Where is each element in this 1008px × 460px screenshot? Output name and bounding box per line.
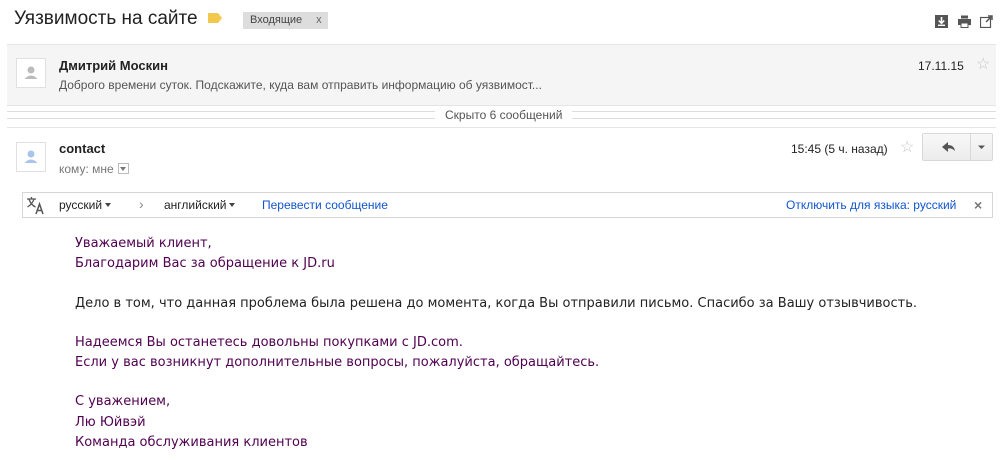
person-icon (24, 150, 38, 163)
hidden-messages-expander[interactable]: Скрыто 6 сообщений (7, 106, 996, 124)
collapsed-snippet: Доброго времени суток. Подскажите, куда … (59, 78, 542, 92)
translate-icon (27, 197, 44, 215)
inbox-label-chip: Входящие x (243, 12, 328, 29)
body-line-greeting: Уважаемый клиент, (75, 236, 212, 251)
recipient-text: кому: мне (59, 162, 114, 176)
chevron-down-icon (978, 145, 985, 149)
reply-button-group (922, 133, 993, 161)
body-line-thanks: Благодарим Вас за обращение к JD.ru (75, 256, 335, 272)
disable-translation-link[interactable]: Отключить для языка: русский (786, 198, 956, 212)
show-details-dropdown[interactable] (117, 163, 129, 175)
message-time: 15:45 (5 ч. назад) (791, 142, 888, 156)
collapsed-sender-name: Дмитрий Москин (59, 58, 168, 73)
language-arrow: › (139, 196, 144, 212)
sender-avatar (16, 142, 46, 172)
thread-subject: Уязвимость на сайте (14, 8, 198, 29)
body-line-team: Команда обслуживания клиентов (75, 435, 308, 451)
print-icon[interactable] (958, 15, 971, 28)
body-line-signer: Лю Юйвэй (75, 414, 146, 430)
source-language-select[interactable]: русский (59, 198, 112, 212)
body-line-questions: Если у вас возникнут дополнительные вопр… (75, 355, 600, 371)
message-sender-name[interactable]: contact (59, 141, 105, 156)
reply-button[interactable] (923, 134, 971, 160)
body-line-regards: С уважением, (75, 394, 171, 410)
collapsed-date: 17.11.15 (918, 59, 964, 73)
inbox-label-text: Входящие (250, 14, 303, 26)
recipient-line: кому: мне (59, 162, 129, 176)
download-icon[interactable] (935, 15, 948, 28)
new-window-icon[interactable] (980, 15, 993, 28)
collapsed-message[interactable]: Дмитрий Москин Доброго времени суток. По… (7, 44, 996, 106)
star-icon[interactable]: ☆ (900, 140, 914, 156)
source-language-label: русский (59, 198, 103, 212)
dropdown-arrow-icon (105, 202, 112, 207)
translate-message-link[interactable]: Перевести сообщение (262, 198, 388, 212)
dropdown-arrow-icon (229, 202, 236, 207)
close-icon[interactable]: × (974, 197, 982, 213)
remove-label-button[interactable]: x (316, 14, 322, 26)
label-tag-icon[interactable] (208, 13, 222, 23)
target-language-label: английский (164, 198, 227, 212)
star-icon[interactable]: ☆ (976, 57, 990, 73)
divider (7, 127, 996, 128)
target-language-select[interactable]: английский (164, 198, 236, 212)
body-line-resolved: Дело в том, что данная проблема была реш… (75, 295, 918, 311)
person-icon (24, 66, 38, 79)
body-line-hope: Надеемся Вы останетесь довольны покупкам… (75, 334, 463, 350)
hidden-messages-text[interactable]: Скрыто 6 сообщений (435, 106, 573, 124)
translate-bar: русский › английский Перевести сообщение… (22, 192, 993, 218)
message-body: Уважаемый клиент, Благодарим Вас за обра… (75, 234, 917, 453)
reply-icon (942, 142, 955, 152)
more-options-button[interactable] (971, 134, 992, 160)
sender-avatar (16, 58, 46, 88)
